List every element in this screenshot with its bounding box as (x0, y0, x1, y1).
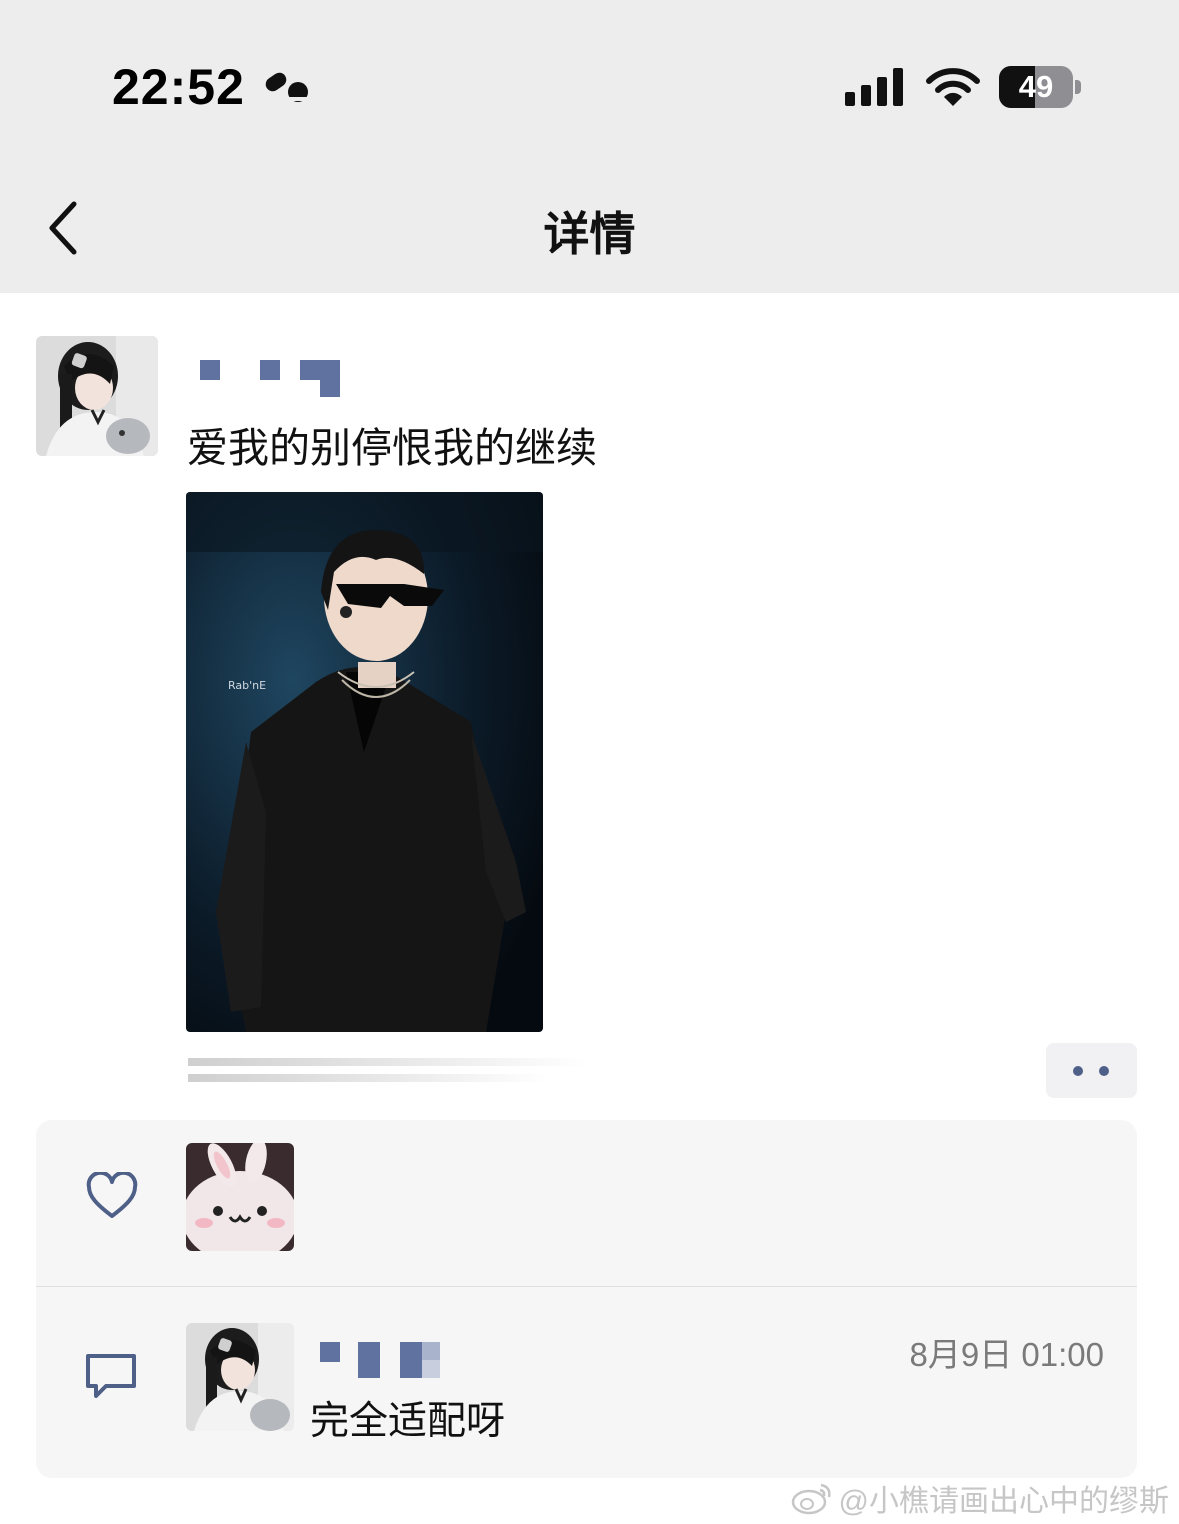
battery-body: 49 (999, 66, 1073, 108)
page-title: 详情 (543, 208, 636, 260)
watermark-text: @小樵请画出心中的缪斯 (838, 1485, 1169, 1518)
svg-text:Rab'nE: Rab'nE (228, 679, 266, 692)
post-meta-blurred (188, 1058, 588, 1082)
battery-tip (1075, 80, 1081, 94)
heart-outline-icon (86, 1172, 138, 1218)
battery-level: 49 (1018, 69, 1054, 104)
more-actions-button[interactable] (1046, 1043, 1137, 1098)
wifi-icon (926, 68, 980, 106)
commenter-avatar[interactable] (186, 1323, 294, 1431)
post-image[interactable]: Rab'nE (186, 492, 543, 1032)
comment-timestamp: 8月9日 01:00 (909, 1336, 1104, 1373)
cellular-signal-icon (845, 68, 903, 106)
author-avatar[interactable] (36, 336, 158, 456)
liker-avatar[interactable] (186, 1143, 294, 1251)
focus-mode-icon (265, 72, 312, 102)
two-dots-icon (1073, 1066, 1083, 1076)
author-name-redacted[interactable] (200, 360, 350, 400)
battery-indicator: 49 (999, 66, 1083, 110)
two-dots-icon (1099, 1066, 1109, 1076)
comment-text: 完全适配呀 (310, 1400, 506, 1443)
post-text: 爱我的别停恨我的继续 (187, 425, 597, 471)
status-time: 22:52 (112, 59, 245, 115)
commenter-name-redacted[interactable] (318, 1338, 448, 1380)
speech-bubble-icon (86, 1354, 136, 1398)
panel-divider (36, 1286, 1137, 1287)
weibo-logo-icon (791, 1483, 831, 1515)
watermark: @小樵请画出心中的缪斯 (791, 1478, 1169, 1518)
